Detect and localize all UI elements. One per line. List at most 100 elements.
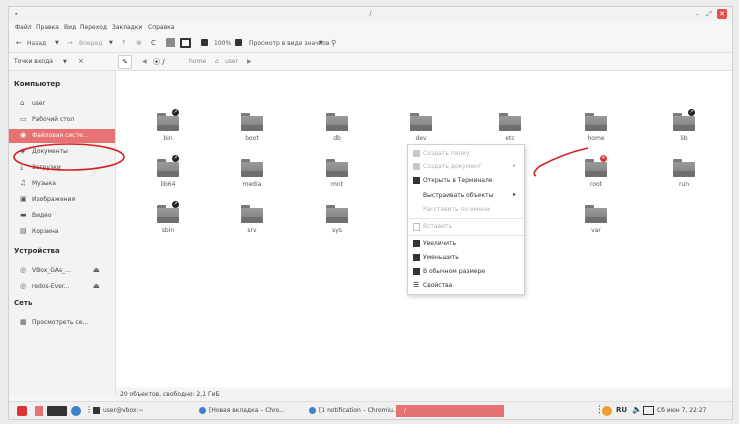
eject-icon[interactable]: ⏏ [93,266,100,274]
sidebar-item-label: Просмотреть се... [32,319,89,326]
home-folder-icon[interactable] [166,38,175,47]
folder-item[interactable]: ↗ sbin [138,201,198,243]
sidebar-item-filesystem[interactable]: ◉ Файловая систе... [9,129,115,143]
folder-item[interactable]: boot [222,109,282,151]
menu-help[interactable]: Справка [148,24,174,31]
chromium-task-icon [309,407,316,414]
sidebar-item-network[interactable]: ▦ Просмотреть се... [9,316,115,330]
crumb-user[interactable]: user [225,58,238,65]
zoom-level: 100% [214,40,232,47]
folder-icon [241,159,263,177]
terminal-launcher-icon[interactable] [47,406,67,416]
zoom-out-icon[interactable] [201,39,208,46]
folder-item[interactable]: var [566,201,626,243]
close-icon[interactable]: ✕ [717,9,727,19]
folder-item[interactable]: ↗ bin [138,109,198,151]
sidebar-item-images[interactable]: ▣ Изображения [9,193,115,207]
zoom-in-icon[interactable] [235,39,242,46]
search-icon[interactable]: ⚲ [331,39,336,47]
menu-go[interactable]: Переход [80,24,107,31]
folder-item[interactable]: ✕ root [566,155,626,197]
menu-item-zoom-in[interactable]: Увеличить [408,238,524,250]
folder-item[interactable]: home [566,109,626,151]
task-chromium-new-tab[interactable]: [Новая вкладка – Chro... [209,405,304,417]
crumb-home[interactable]: home [189,58,206,65]
menu-edit[interactable]: Правка [36,24,59,31]
folder-item[interactable]: media [222,155,282,197]
menu-item-create-folder[interactable]: Создать папку [408,148,524,160]
sidebar-item-documents[interactable]: ◈ Документы [9,145,115,159]
folder-item[interactable]: sys [307,201,367,243]
reload-icon[interactable]: C [151,39,156,47]
folder-item[interactable]: ↗ lib64 [138,155,198,197]
notification-icon[interactable] [602,406,612,416]
view-mode-select[interactable]: Просмотр в виде значков [249,40,330,47]
zoom-out-icon [413,254,420,261]
menu-item-normal-size[interactable]: В обычном размере [408,266,524,278]
submenu-arrow-icon: ▸ [513,191,517,198]
clock[interactable]: Сб июн 7, 22:27 [657,407,707,414]
back-arrow-icon[interactable]: ← [16,39,22,47]
folder-item[interactable]: srv [222,201,282,243]
stop-icon[interactable]: ⊗ [136,39,142,47]
sidebar-item-vbox[interactable]: ◎ VBox_GAs_... ⏏ [9,264,115,278]
places-label[interactable]: Точки входа [14,58,53,65]
sidebar-item-music[interactable]: ♫ Музыка [9,177,115,191]
task-file-manager[interactable]: / [396,405,504,417]
sidebar-item-trash[interactable]: ▤ Корзина [9,225,115,239]
close-places-icon[interactable]: × [78,57,84,65]
crumb-right-icon[interactable]: ▶ [247,58,252,65]
folder-item[interactable]: ↗ lib [654,109,714,151]
forward-history-icon[interactable]: ▼ [109,40,113,46]
forward-button[interactable]: Вперед [79,40,102,47]
keyboard-layout[interactable]: RU [616,406,627,414]
task-terminal[interactable]: user@vbox:~ [103,405,193,417]
crumb-left-icon[interactable]: ◀ [142,58,147,65]
submenu-arrow-icon: ▸ [513,162,517,169]
folder-icon [673,159,695,177]
downloads-icon: ⤓ [20,163,24,171]
title-bar: • / – ⤢ ✕ [9,7,732,21]
files-launcher-icon[interactable] [35,406,43,416]
sidebar-item-redos[interactable]: ◎ redos-Ever... ⏏ [9,280,115,294]
sidebar-item-desktop[interactable]: ▭ Рабочий стол [9,113,115,127]
sidebar-item-user[interactable]: ⌂ user [9,97,115,111]
display-icon[interactable] [643,406,654,415]
menu-item-open-terminal[interactable]: Открыть в Терминале [408,175,524,187]
menu-item-paste[interactable]: Вставить [408,221,524,233]
eject-icon[interactable]: ⏏ [93,282,100,290]
forward-arrow-icon[interactable]: → [67,39,73,47]
folder-item[interactable]: db [307,109,367,151]
edit-path-button[interactable]: ✎ [118,55,132,69]
task-chromium-notification[interactable]: [1 notification – Chromiu... [319,405,399,417]
up-arrow-icon[interactable]: ↑ [121,39,127,47]
back-history-icon[interactable]: ▼ [55,40,59,46]
menu-file[interactable]: Файл [15,24,32,31]
symlink-badge-icon: ↗ [172,155,179,162]
root-crumb[interactable]: ⦿ / [153,57,165,67]
sidebar-item-video[interactable]: ▬ Видео [9,209,115,223]
browser-launcher-icon[interactable] [71,406,81,416]
folder-name: lib [680,135,688,142]
video-icon: ▬ [20,211,27,219]
sidebar-item-downloads[interactable]: ⤓ Загрузки [9,161,115,175]
folder-item[interactable]: mnt [307,155,367,197]
maximize-icon[interactable]: ⤢ [704,9,714,19]
view-mode-chevron-icon[interactable]: ▼ [319,40,323,46]
app-menu-icon[interactable] [17,406,27,416]
menu-item-arrange[interactable]: Выстраивать объекты ▸ [408,190,524,202]
menu-item-properties[interactable]: ☰ Свойства [408,280,524,292]
menu-view[interactable]: Вид [64,24,76,31]
sidebar-item-label: Документы [32,148,68,155]
menu-item-sort-by-name[interactable]: Расставить по имени [408,204,524,216]
back-button[interactable]: Назад [27,40,46,47]
menu-item-zoom-out[interactable]: Уменьшить [408,252,524,264]
minimize-icon[interactable]: – [692,9,702,19]
folder-item[interactable]: run [654,155,714,197]
menu-item-create-document[interactable]: Создать документ ▸ [408,161,524,173]
menu-bookmarks[interactable]: Закладки [112,24,142,31]
computer-icon[interactable] [180,38,191,48]
places-dropdown-icon[interactable]: ▼ [63,59,67,65]
documents-icon: ◈ [20,147,26,155]
volume-icon[interactable]: 🔈 [632,405,642,414]
